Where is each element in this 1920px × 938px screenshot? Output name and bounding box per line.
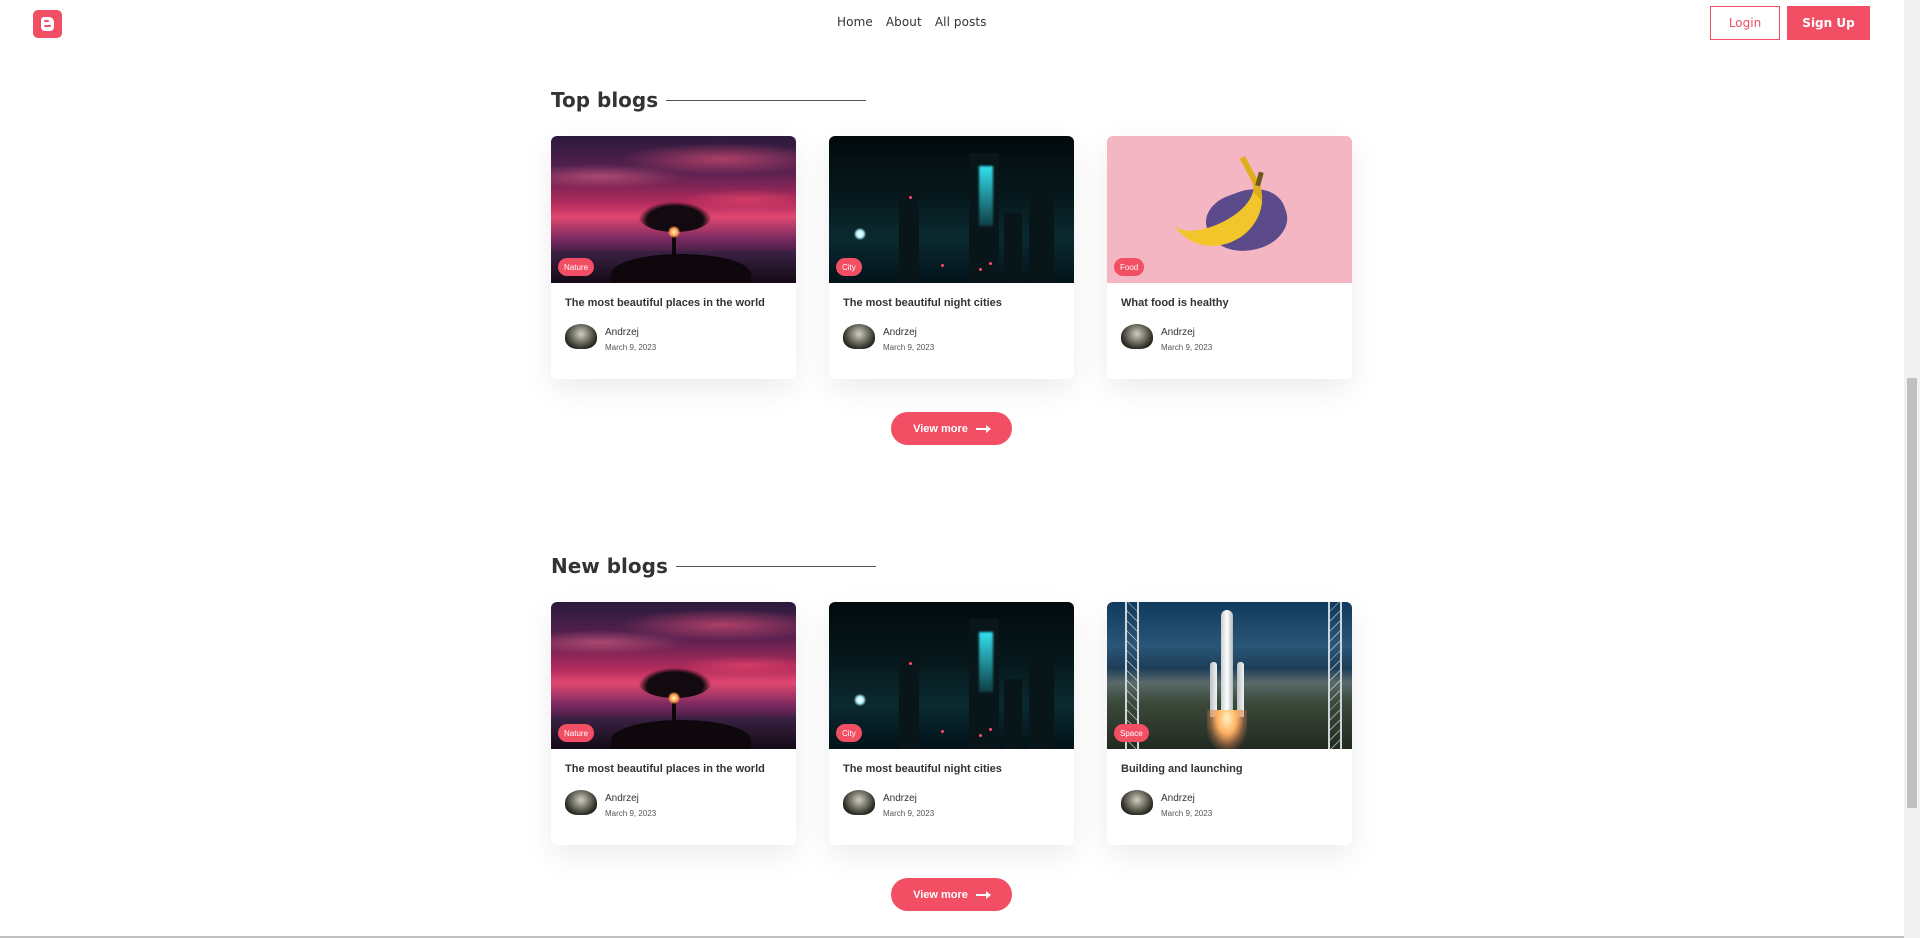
post-date: March 9, 2023 [883, 343, 935, 352]
author-avatar [565, 324, 597, 349]
post-date: March 9, 2023 [605, 809, 657, 818]
login-button[interactable]: Login [1710, 6, 1780, 40]
page: Home About All posts Login Sign Up Top b… [0, 0, 1904, 938]
author-name: Andrzej [883, 793, 917, 804]
author-name: Andrzej [605, 327, 639, 338]
category-badge[interactable]: Nature [558, 258, 595, 276]
arrow-right-icon [975, 890, 991, 899]
author-name: Andrzej [1161, 327, 1195, 338]
blog-card-title[interactable]: The most beautiful night cities [843, 763, 1002, 775]
post-date: March 9, 2023 [605, 343, 657, 352]
category-badge[interactable]: City [836, 258, 862, 276]
post-date: March 9, 2023 [1161, 343, 1213, 352]
view-more-button[interactable]: View more [891, 412, 1012, 445]
blogger-logo-icon[interactable] [33, 10, 62, 38]
view-more-label: View more [913, 422, 968, 435]
blog-card[interactable]: City The most beautiful night cities And… [829, 136, 1074, 379]
blog-card[interactable]: City The most beautiful night cities And… [829, 602, 1074, 845]
nav-home-link[interactable]: Home [837, 15, 873, 29]
scrollbar-thumb[interactable] [1907, 378, 1917, 808]
top-blogs-heading: Top blogs [551, 88, 867, 112]
new-blogs-heading: New blogs [551, 554, 876, 578]
blog-card-title[interactable]: What food is healthy [1121, 297, 1229, 309]
author-name: Andrzej [1161, 793, 1195, 804]
blog-card-title[interactable]: Building and launching [1121, 763, 1243, 775]
author-name: Andrzej [883, 327, 917, 338]
blog-card-title[interactable]: The most beautiful places in the world [565, 763, 765, 775]
author-avatar [843, 790, 875, 815]
main-nav: Home About All posts [837, 15, 987, 29]
blog-card[interactable]: Space Building and launching Andrzej Mar… [1107, 602, 1352, 845]
category-badge[interactable]: Nature [558, 724, 595, 742]
category-badge[interactable]: Space [1114, 724, 1149, 742]
blog-card-title[interactable]: The most beautiful night cities [843, 297, 1002, 309]
arrow-right-icon [975, 424, 991, 433]
category-badge[interactable]: City [836, 724, 862, 742]
post-date: March 9, 2023 [1161, 809, 1213, 818]
blog-thumbnail-image[interactable] [829, 136, 1074, 283]
blog-card[interactable]: Nature The most beautiful places in the … [551, 602, 796, 845]
blog-card-title[interactable]: The most beautiful places in the world [565, 297, 765, 309]
category-badge[interactable]: Food [1114, 258, 1145, 276]
author-avatar [843, 324, 875, 349]
blog-thumbnail-image[interactable] [829, 602, 1074, 749]
signup-button[interactable]: Sign Up [1787, 6, 1870, 40]
author-avatar [565, 790, 597, 815]
author-avatar [1121, 790, 1153, 815]
blog-card[interactable]: Food What food is healthy Andrzej March … [1107, 136, 1352, 379]
title-divider [675, 565, 876, 567]
view-more-button[interactable]: View more [891, 878, 1012, 911]
nav-all-posts-link[interactable]: All posts [935, 15, 987, 29]
view-more-label: View more [913, 888, 968, 901]
author-avatar [1121, 324, 1153, 349]
top-header: Home About All posts Login Sign Up [0, 0, 1904, 46]
section-title-text: New blogs [551, 554, 668, 578]
title-divider [666, 99, 867, 101]
section-title-text: Top blogs [551, 88, 659, 112]
vertical-scrollbar[interactable] [1904, 0, 1920, 938]
nav-about-link[interactable]: About [886, 15, 922, 29]
blog-thumbnail-image[interactable] [1107, 136, 1352, 283]
post-date: March 9, 2023 [883, 809, 935, 818]
author-name: Andrzej [605, 793, 639, 804]
blog-card[interactable]: Nature The most beautiful places in the … [551, 136, 796, 379]
